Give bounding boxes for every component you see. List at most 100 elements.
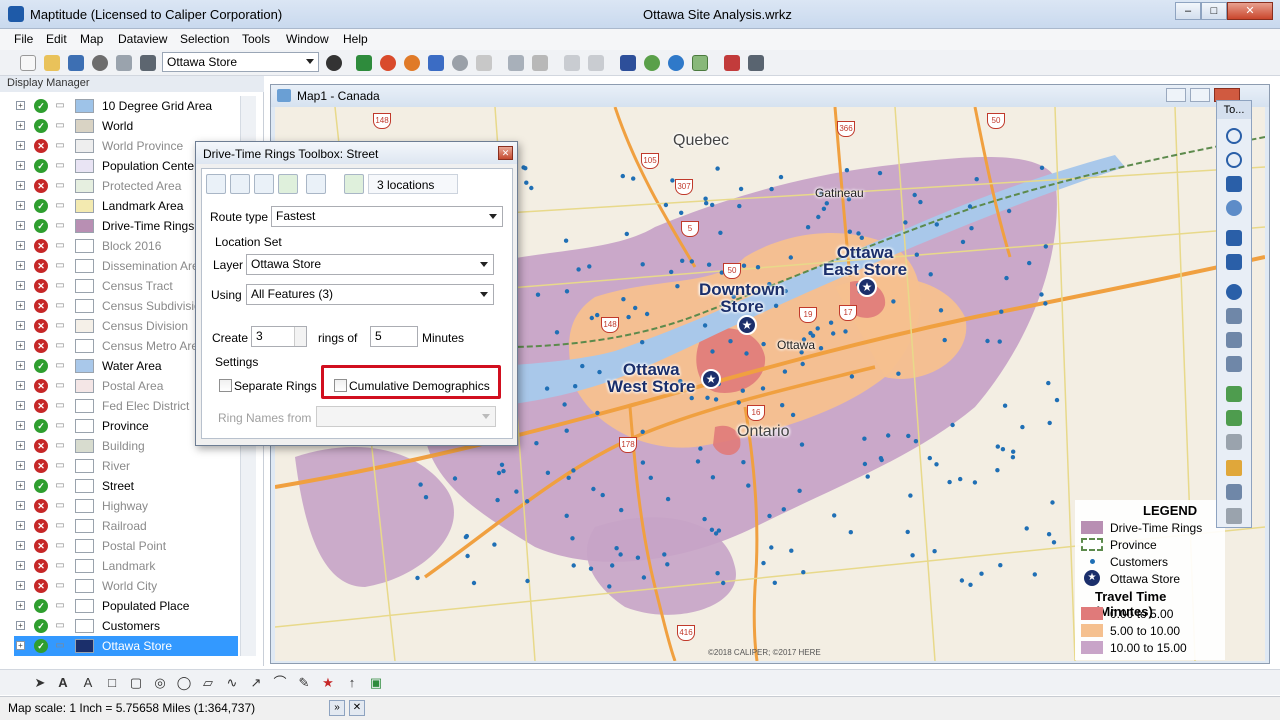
info-icon[interactable]	[1226, 284, 1242, 300]
layer-style-swatch[interactable]	[75, 339, 94, 353]
filter-icon[interactable]	[748, 55, 764, 71]
ellipse-icon[interactable]: ◯	[176, 675, 192, 691]
route-icon[interactable]	[724, 55, 740, 71]
pointer-icon[interactable]: ➤	[32, 675, 48, 691]
hidden-x-icon[interactable]: ✕	[34, 339, 48, 353]
layer-style-swatch[interactable]	[75, 319, 94, 333]
label-toggle-icon[interactable]: ▭	[54, 220, 66, 232]
expand-icon[interactable]: +	[16, 421, 25, 430]
next-view-icon[interactable]	[1226, 254, 1242, 270]
label-toggle-icon[interactable]: ▭	[54, 640, 66, 652]
expand-icon[interactable]: +	[16, 381, 25, 390]
using-select[interactable]: All Features (3)	[246, 284, 494, 305]
close-icon[interactable]: ✕	[349, 700, 365, 716]
layer-style-swatch[interactable]	[75, 99, 94, 113]
pin-icon[interactable]	[620, 55, 636, 71]
hidden-x-icon[interactable]: ✕	[34, 399, 48, 413]
active-layer-select[interactable]: Ottawa Store	[162, 52, 319, 72]
shapes-icon[interactable]	[428, 55, 444, 71]
layer-row[interactable]: + ✕ ▭ River	[14, 456, 238, 476]
zoom-out-icon[interactable]	[1226, 152, 1242, 168]
expand-icon[interactable]: +	[16, 581, 25, 590]
maximize-button[interactable]: □	[1201, 2, 1227, 20]
check-icon[interactable]	[278, 174, 298, 194]
layer-style-swatch[interactable]	[75, 599, 94, 613]
layer-style-swatch[interactable]	[75, 539, 94, 553]
hidden-x-icon[interactable]: ✕	[34, 259, 48, 273]
label-toggle-icon[interactable]: ▭	[54, 180, 66, 192]
highlight-icon[interactable]	[1226, 460, 1242, 476]
expand-icon[interactable]: +	[16, 261, 25, 270]
circle-tool-icon[interactable]: ◎	[152, 675, 168, 691]
drive-time-icon[interactable]	[692, 55, 708, 71]
visible-check-icon[interactable]: ✓	[34, 599, 48, 613]
expand-icon[interactable]: +	[16, 101, 25, 110]
visible-check-icon[interactable]: ✓	[34, 219, 48, 233]
expand-icon[interactable]: +	[16, 121, 25, 130]
visible-check-icon[interactable]: ✓	[34, 119, 48, 133]
annotation-icon[interactable]	[1226, 434, 1242, 450]
minimize-button[interactable]: –	[1175, 2, 1201, 20]
export-icon[interactable]	[1226, 484, 1242, 500]
undo-icon[interactable]	[564, 55, 580, 71]
layer-style-swatch[interactable]	[75, 499, 94, 513]
star-icon[interactable]: ★	[320, 675, 336, 691]
label-toggle-icon[interactable]: ▭	[54, 480, 66, 492]
expand-icon[interactable]: +	[16, 401, 25, 410]
layer-row[interactable]: + ✓ ▭ Customers	[14, 616, 238, 636]
select-icon[interactable]	[1226, 308, 1242, 324]
layer-style-swatch[interactable]	[75, 359, 94, 373]
expand-icon[interactable]: +	[16, 601, 25, 610]
add-location-icon[interactable]	[206, 174, 226, 194]
visible-check-icon[interactable]: ✓	[34, 639, 48, 653]
visible-check-icon[interactable]: ✓	[34, 359, 48, 373]
layer-row[interactable]: + ✕ ▭ World City	[14, 576, 238, 596]
hidden-x-icon[interactable]: ✕	[34, 459, 48, 473]
hidden-x-icon[interactable]: ✕	[34, 239, 48, 253]
expand-icon[interactable]: +	[16, 521, 25, 530]
label-toggle-icon[interactable]: ▭	[54, 600, 66, 612]
hidden-x-icon[interactable]: ✕	[34, 519, 48, 533]
store-star-icon[interactable]: ★	[857, 277, 877, 297]
layer-style-swatch[interactable]	[75, 419, 94, 433]
target-icon[interactable]	[668, 55, 684, 71]
hidden-x-icon[interactable]: ✕	[34, 319, 48, 333]
layer-style-swatch[interactable]	[75, 559, 94, 573]
separate-rings-checkbox[interactable]	[219, 379, 232, 392]
layer-row[interactable]: + ✓ ▭ World	[14, 116, 238, 136]
settings-icon[interactable]	[92, 55, 108, 71]
label-toggle-icon[interactable]: ▭	[54, 540, 66, 552]
previous-view-icon[interactable]	[1226, 230, 1242, 246]
label-toggle-icon[interactable]: ▭	[54, 320, 66, 332]
route-type-select[interactable]: Fastest	[271, 206, 503, 227]
save-icon[interactable]	[68, 55, 84, 71]
layer-row[interactable]: + ✓ ▭ 10 Degree Grid Area	[14, 96, 238, 116]
expand-icon[interactable]: +	[16, 321, 25, 330]
menu-edit[interactable]: Edit	[46, 32, 67, 46]
separate-rings-label[interactable]: Separate Rings	[234, 379, 317, 393]
layer-style-swatch[interactable]	[75, 439, 94, 453]
layer-row[interactable]: + ✓ ▭ Ottawa Store	[14, 636, 238, 656]
expand-icon[interactable]: +	[16, 481, 25, 490]
stepper-arrows-icon[interactable]	[294, 327, 306, 346]
label-toggle-icon[interactable]: ▭	[54, 620, 66, 632]
layer-style-swatch[interactable]	[75, 179, 94, 193]
label-toggle-icon[interactable]: ▭	[54, 200, 66, 212]
layer-row[interactable]: + ✕ ▭ Landmark	[14, 556, 238, 576]
label-toggle-icon[interactable]: ▭	[54, 360, 66, 372]
print-icon[interactable]	[140, 55, 156, 71]
polyline-icon[interactable]: ∿	[224, 675, 240, 691]
expand-icon[interactable]: +	[16, 201, 25, 210]
rectangle-icon[interactable]: □	[104, 675, 120, 691]
expand-icon[interactable]: +	[16, 301, 25, 310]
expand-icon[interactable]: +	[16, 161, 25, 170]
dialog-close-button[interactable]: ✕	[498, 146, 513, 160]
label-toggle-icon[interactable]: ▭	[54, 240, 66, 252]
dataview-icon[interactable]	[532, 55, 548, 71]
menu-selection[interactable]: Selection	[180, 32, 229, 46]
image-icon[interactable]: ▣	[368, 675, 384, 691]
label-toggle-icon[interactable]: ▭	[54, 260, 66, 272]
tools-icon[interactable]	[116, 55, 132, 71]
hidden-x-icon[interactable]: ✕	[34, 299, 48, 313]
globe-icon[interactable]	[644, 55, 660, 71]
